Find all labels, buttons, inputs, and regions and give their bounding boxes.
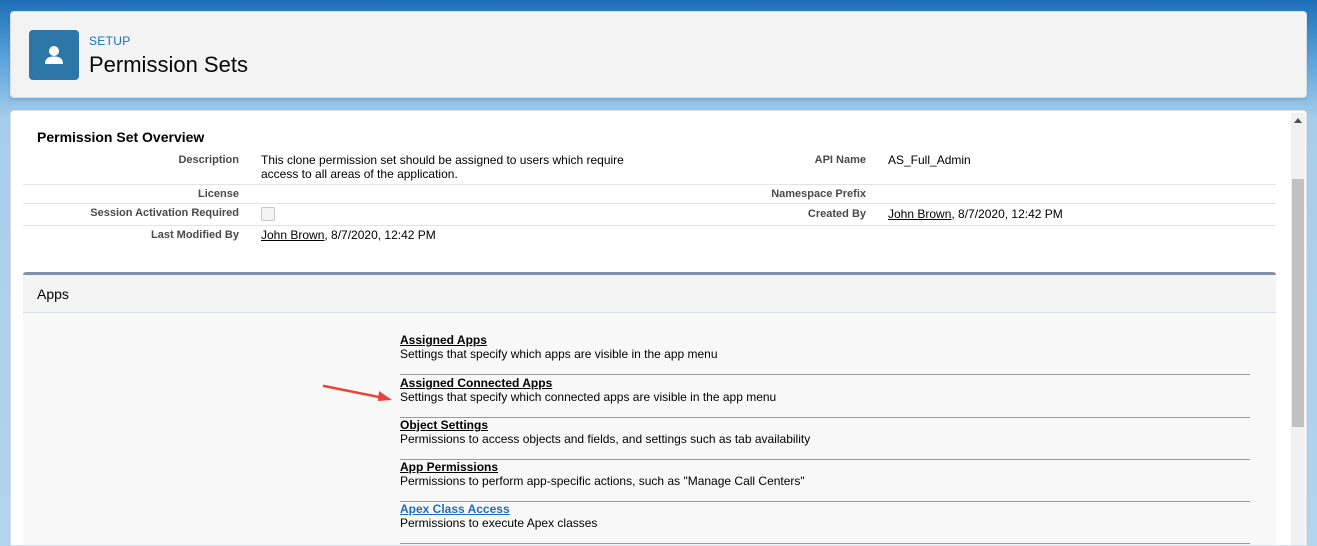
assigned-connected-apps-desc: Settings that specify which connected ap…: [400, 390, 777, 404]
session-activation-checkbox[interactable]: [261, 207, 275, 221]
session-activation-label: Session Activation Required: [90, 207, 239, 219]
breadcrumb[interactable]: SETUP: [89, 34, 131, 48]
scrollbar-thumb[interactable]: [1292, 179, 1304, 427]
object-settings-desc: Permissions to access objects and fields…: [400, 432, 811, 446]
description-line-1: This clone permission set should be assi…: [261, 153, 624, 167]
created-by-date: , 8/7/2020, 12:42 PM: [951, 207, 1063, 221]
row-divider: [23, 203, 1276, 204]
object-settings-link[interactable]: Object Settings: [400, 418, 488, 432]
created-by-user-link[interactable]: John Brown: [888, 207, 951, 221]
api-name-label: API Name: [814, 154, 866, 166]
app-item-assigned-apps: Assigned Apps Settings that specify whic…: [400, 333, 1250, 375]
row-divider: [23, 225, 1276, 226]
created-by-value: John Brown, 8/7/2020, 12:42 PM: [888, 207, 1063, 221]
apex-class-access-desc: Permissions to execute Apex classes: [400, 516, 598, 530]
assigned-connected-apps-link[interactable]: Assigned Connected Apps: [400, 376, 552, 390]
description-line-2: access to all areas of the application.: [261, 167, 458, 181]
api-name-value: AS_Full_Admin: [888, 153, 971, 167]
assigned-apps-desc: Settings that specify which apps are vis…: [400, 347, 718, 361]
apex-class-access-link[interactable]: Apex Class Access: [400, 502, 510, 516]
scroll-up-icon[interactable]: [1294, 118, 1302, 123]
last-modified-label: Last Modified By: [150, 229, 239, 241]
main-content: Permission Set Overview Description This…: [10, 110, 1307, 546]
app-item-app-permissions: App Permissions Permissions to perform a…: [400, 460, 1250, 502]
app-item-assigned-connected-apps: Assigned Connected Apps Settings that sp…: [400, 376, 1250, 418]
app-permissions-link[interactable]: App Permissions: [400, 460, 498, 474]
license-label: License: [198, 188, 239, 200]
page-header: SETUP Permission Sets: [10, 11, 1307, 98]
namespace-label: Namespace Prefix: [771, 188, 866, 200]
red-arrow-icon: [322, 384, 392, 401]
apps-section: Apps Assigned Apps Settings that specify…: [23, 272, 1276, 545]
vertical-scrollbar[interactable]: [1291, 113, 1305, 545]
overview-title: Permission Set Overview: [37, 129, 205, 145]
row-divider: [23, 184, 1276, 185]
page-title: Permission Sets: [89, 52, 248, 77]
description-value: This clone permission set should be assi…: [261, 153, 624, 181]
last-modified-value: John Brown, 8/7/2020, 12:42 PM: [261, 228, 436, 242]
apps-title: Apps: [37, 286, 69, 302]
created-by-label: Created By: [807, 208, 866, 220]
apps-header: Apps: [23, 275, 1276, 313]
last-modified-date: , 8/7/2020, 12:42 PM: [324, 228, 436, 242]
assigned-apps-link[interactable]: Assigned Apps: [400, 333, 487, 347]
description-label: Description: [178, 154, 239, 166]
last-modified-user-link[interactable]: John Brown: [261, 228, 324, 242]
user-icon: [29, 30, 79, 80]
app-permissions-desc: Permissions to perform app-specific acti…: [400, 474, 805, 488]
app-item-object-settings: Object Settings Permissions to access ob…: [400, 418, 1250, 460]
app-item-apex-class-access: Apex Class Access Permissions to execute…: [400, 502, 1250, 544]
